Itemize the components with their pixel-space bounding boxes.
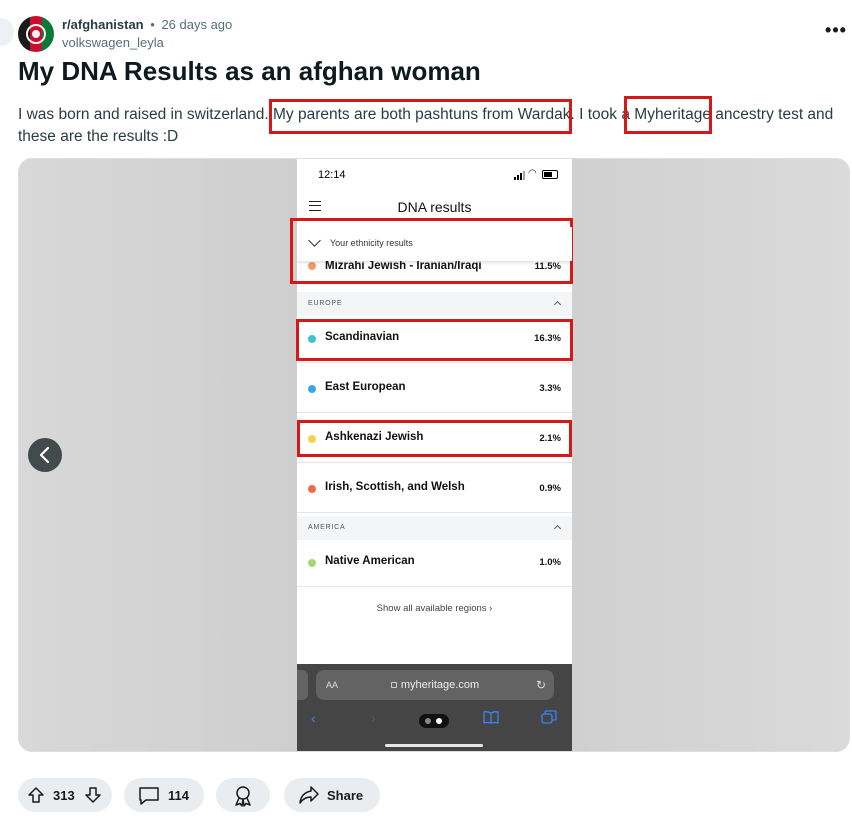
more-options-button[interactable]: ••• (824, 21, 848, 44)
section-header-america[interactable]: AMERICA (297, 516, 572, 540)
reload-icon[interactable]: ↻ (536, 678, 546, 692)
wifi-icon: ◠ (528, 168, 537, 179)
status-icons: ◠ (514, 168, 560, 180)
url-text: myheritage.com (316, 679, 554, 691)
ethnicity-toggle-label: Your ethnicity results (330, 238, 413, 248)
highlight-box (269, 99, 572, 134)
post-title: My DNA Results as an afghan woman (18, 56, 481, 86)
show-all-regions-link[interactable]: Show all available regions › (297, 603, 572, 614)
phone-clock: 12:14 (318, 169, 346, 181)
ethnicity-name: Native American (325, 555, 415, 567)
meta-separator: • (150, 17, 155, 32)
url-bar[interactable]: AA myheritage.com ↻ (316, 670, 554, 700)
app-title: DNA results (397, 199, 472, 215)
post-author[interactable]: volkswagen_leyla (62, 35, 164, 50)
ethnicity-percent: 1.0% (539, 557, 561, 568)
section-label: EUROPE (308, 300, 343, 307)
tabs-icon[interactable] (541, 710, 557, 727)
section-label: AMERICA (308, 524, 346, 531)
share-button[interactable]: Share (284, 778, 380, 812)
browser-toolbar: AA myheritage.com ↻ ‹ › (297, 664, 572, 751)
post-header: r/afghanistan • 26 days ago volkswagen_l… (18, 16, 852, 52)
highlight-box (296, 319, 573, 361)
bookmarks-icon[interactable] (483, 710, 499, 727)
lock-icon (390, 682, 397, 688)
post-actions: 313 114 Share (18, 778, 418, 812)
subreddit-name[interactable]: r/afghanistan (62, 17, 144, 32)
home-indicator (385, 744, 483, 747)
forward-arrow-icon[interactable]: › (371, 710, 376, 726)
ethnicity-color-dot (308, 385, 316, 393)
ethnicity-row[interactable]: Irish, Scottish, and Welsh 0.9% (297, 465, 572, 513)
vote-count: 313 (53, 788, 75, 803)
back-button[interactable] (0, 18, 14, 46)
ethnicity-color-dot (308, 559, 316, 567)
ethnicity-results-toggle[interactable]: Your ethnicity results (297, 227, 572, 261)
subreddit-avatar[interactable] (18, 16, 54, 52)
share-label: Share (327, 788, 364, 803)
award-button[interactable] (216, 778, 270, 812)
downvote-icon[interactable] (84, 786, 102, 804)
vote-bar: 313 (18, 778, 112, 812)
back-arrow-icon[interactable]: ‹ (311, 710, 316, 726)
comment-count: 114 (168, 788, 189, 803)
ethnicity-row[interactable]: East European 3.3% (297, 365, 572, 413)
comments-button[interactable]: 114 (124, 778, 204, 812)
url-domain: myheritage.com (400, 679, 480, 691)
highlight-box (297, 420, 572, 457)
ethnicity-percent: 3.3% (539, 383, 561, 394)
chevron-up-icon (553, 524, 562, 533)
chevron-up-icon (553, 300, 562, 309)
chevron-down-icon (308, 234, 321, 247)
upvote-icon[interactable] (27, 786, 45, 804)
share-arrow-icon (299, 786, 319, 804)
chevron-left-icon (39, 446, 50, 464)
battery-icon (542, 170, 558, 179)
ethnicity-color-dot (308, 485, 316, 493)
post-time: 26 days ago (161, 17, 233, 32)
highlight-box (624, 96, 712, 134)
gallery-prev-button[interactable] (28, 438, 62, 472)
phone-status-bar: 12:14 ◠ (297, 159, 572, 189)
comment-icon (139, 787, 159, 805)
ethnicity-percent: 0.9% (539, 483, 561, 494)
share-icon[interactable] (419, 714, 449, 728)
previous-tab[interactable] (297, 670, 308, 700)
ethnicity-name: Irish, Scottish, and Welsh (325, 481, 465, 493)
ethnicity-row[interactable]: Native American 1.0% (297, 539, 572, 587)
browser-nav: ‹ › (297, 708, 572, 732)
ethnicity-name: East European (325, 381, 406, 393)
section-header-europe[interactable]: EUROPE (297, 292, 572, 316)
award-icon (235, 786, 251, 807)
